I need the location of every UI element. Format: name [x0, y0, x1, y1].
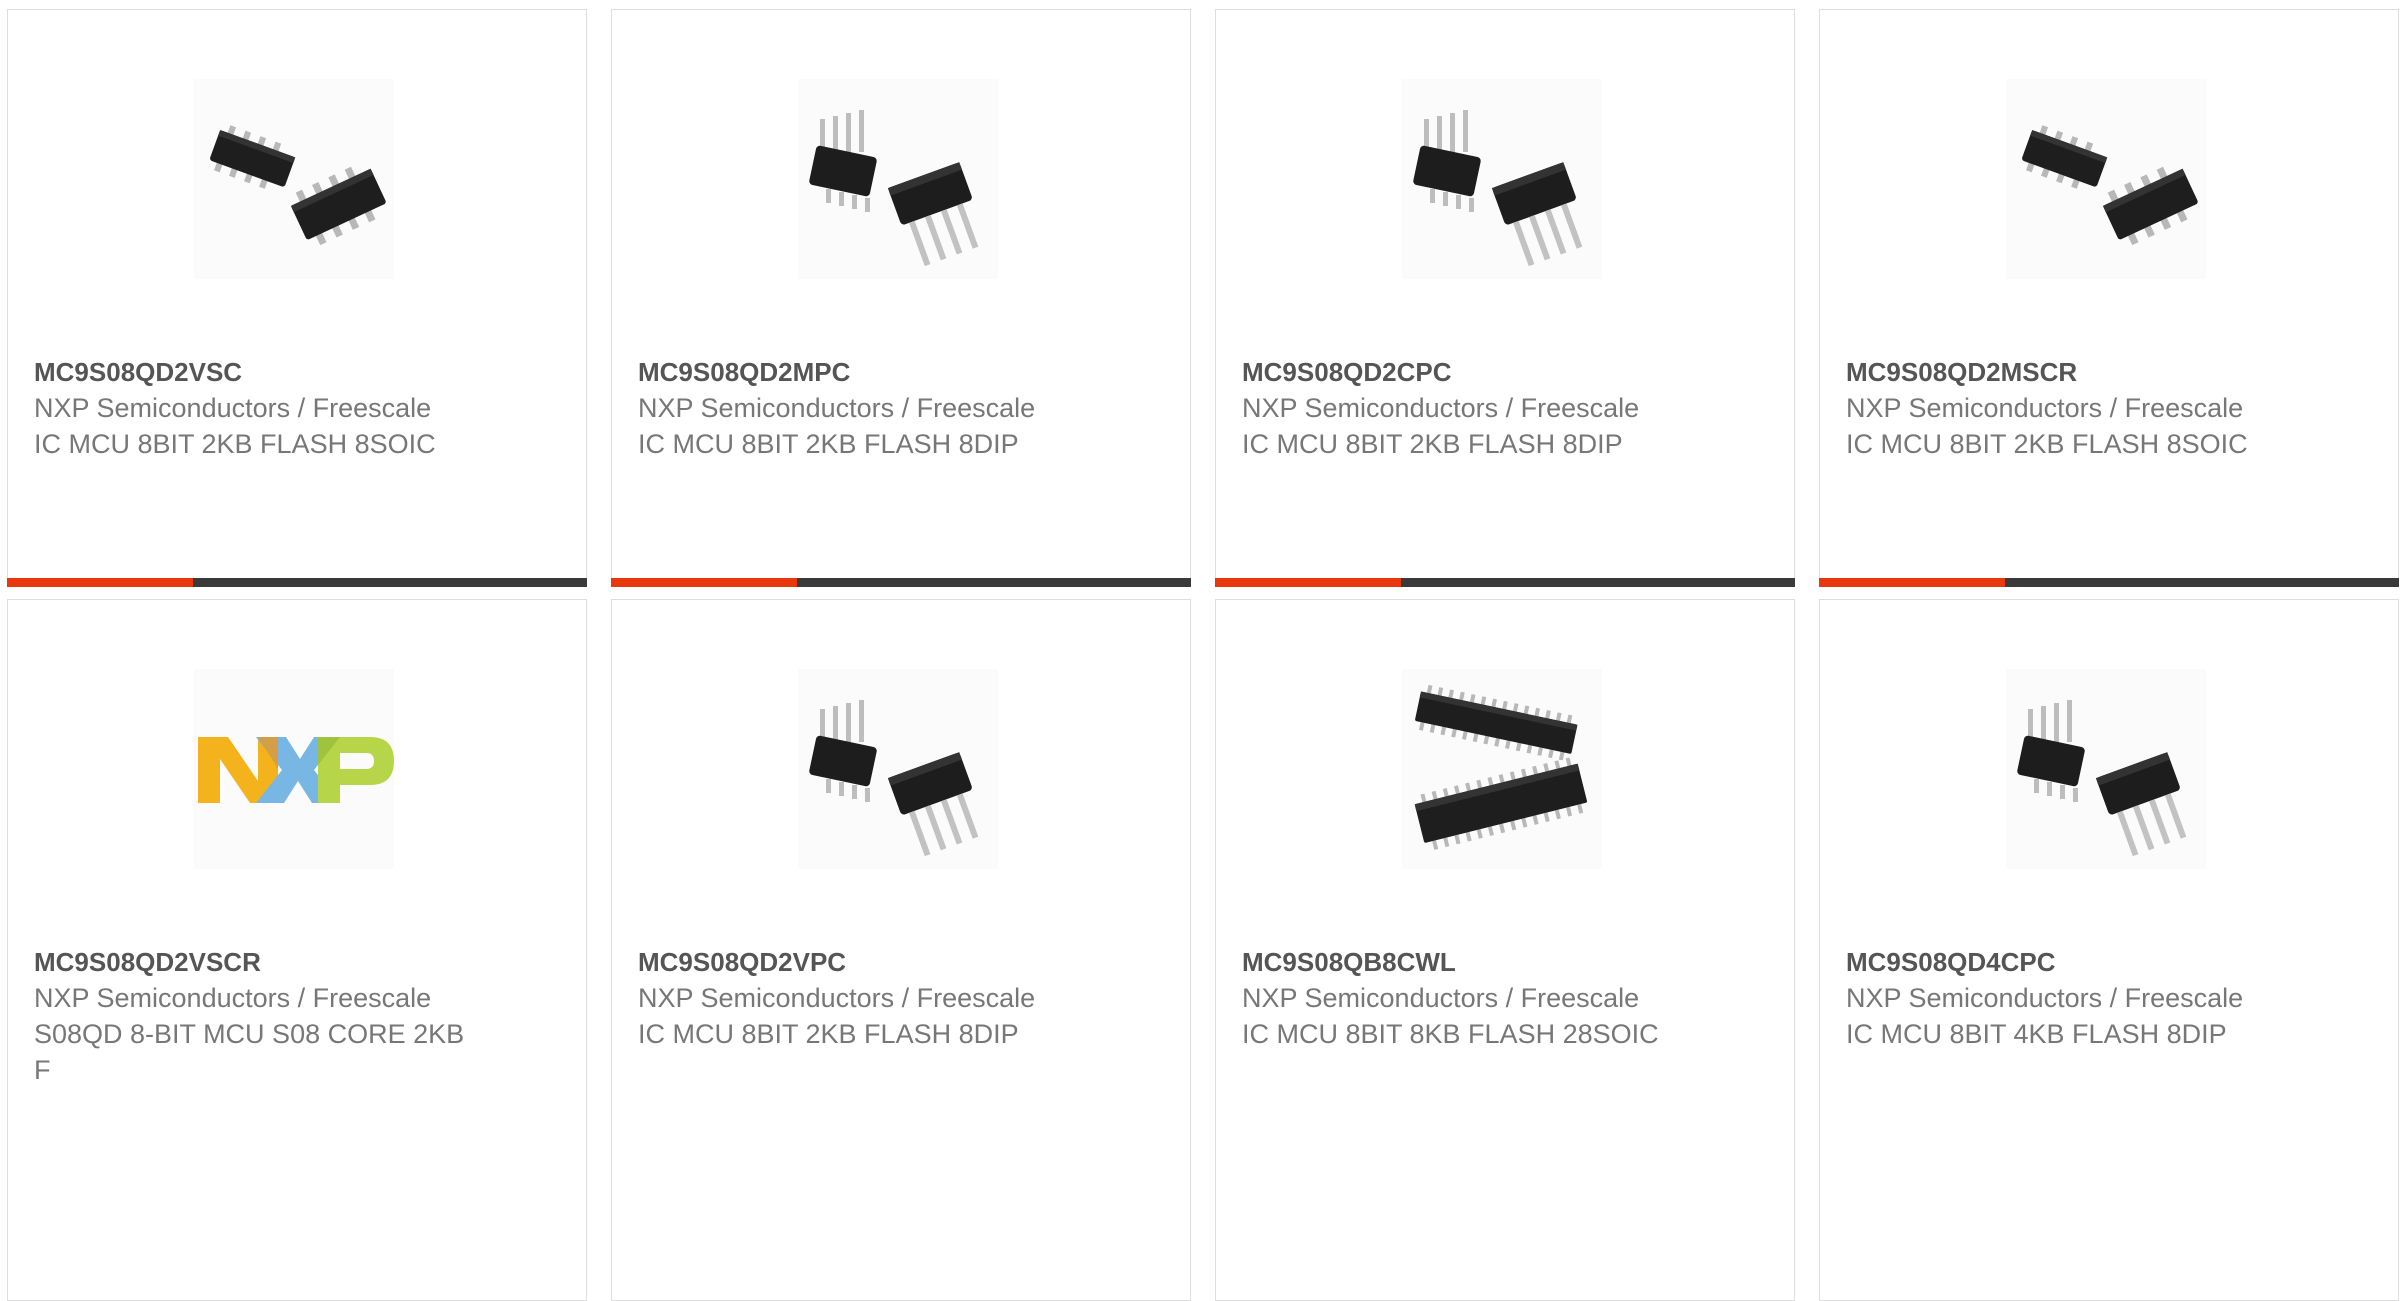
description: IC MCU 8BIT 2KB FLASH 8DIP [1242, 429, 1623, 459]
description: IC MCU 8BIT 2KB FLASH 8SOIC [1846, 429, 2248, 459]
progress-fill [7, 578, 193, 587]
dip-8-chip-icon [2006, 669, 2206, 869]
manufacturer: NXP Semiconductors / Freescale [638, 983, 1036, 1013]
manufacturer: NXP Semiconductors / Freescale [1242, 983, 1640, 1013]
part-number[interactable]: MC9S08QD2MPC [638, 354, 1108, 390]
description: IC MCU 8BIT 2KB FLASH 8DIP [638, 429, 1019, 459]
part-number[interactable]: MC9S08QD4CPC [1846, 944, 2316, 980]
description: IC MCU 8BIT 2KB FLASH 8DIP [638, 1019, 1019, 1049]
product-card[interactable]: MC9S08QD2MPC NXP Semiconductors / Freesc… [611, 9, 1191, 587]
part-number[interactable]: MC9S08QD2VPC [638, 944, 1108, 980]
part-number[interactable]: MC9S08QD2VSCR [34, 944, 504, 980]
nxp-logo [194, 669, 394, 869]
product-card[interactable]: MC9S08QD2VSCR NXP Semiconductors / Frees… [7, 599, 587, 1301]
dip-8-chip-icon [1402, 79, 1602, 279]
progress-bar [7, 578, 587, 587]
manufacturer: NXP Semiconductors / Freescale [34, 983, 432, 1013]
product-grid: MC9S08QD2VSC NXP Semiconductors / Freesc… [7, 9, 2400, 1301]
manufacturer: NXP Semiconductors / Freescale [1846, 393, 2244, 423]
product-card[interactable]: MC9S08QD4CPC NXP Semiconductors / Freesc… [1819, 599, 2399, 1301]
description: IC MCU 8BIT 2KB FLASH 8SOIC [34, 429, 436, 459]
product-card[interactable]: MC9S08QD2VPC NXP Semiconductors / Freesc… [611, 599, 1191, 1301]
part-number[interactable]: MC9S08QD2VSC [34, 354, 504, 390]
progress-fill [611, 578, 797, 587]
manufacturer: NXP Semiconductors / Freescale [638, 393, 1036, 423]
product-card[interactable]: MC9S08QB8CWL NXP Semiconductors / Freesc… [1215, 599, 1795, 1301]
progress-fill [1215, 578, 1401, 587]
part-number[interactable]: MC9S08QB8CWL [1242, 944, 1712, 980]
manufacturer: NXP Semiconductors / Freescale [1846, 983, 2244, 1013]
dip-8-chip-icon [798, 79, 998, 279]
part-number[interactable]: MC9S08QD2CPC [1242, 354, 1712, 390]
soic-8-chip-icon [2006, 79, 2206, 279]
manufacturer: NXP Semiconductors / Freescale [1242, 393, 1640, 423]
description: IC MCU 8BIT 4KB FLASH 8DIP [1846, 1019, 2227, 1049]
progress-bar [611, 578, 1191, 587]
dip-8-chip-icon [798, 669, 998, 869]
part-number[interactable]: MC9S08QD2MSCR [1846, 354, 2316, 390]
progress-fill [1819, 578, 2005, 587]
product-card[interactable]: MC9S08QD2MSCR NXP Semiconductors / Frees… [1819, 9, 2399, 587]
progress-bar [1215, 578, 1795, 587]
description: IC MCU 8BIT 8KB FLASH 28SOIC [1242, 1019, 1659, 1049]
description: S08QD 8-BIT MCU S08 CORE 2KB F [34, 1019, 465, 1085]
soic-28-chip-icon [1402, 669, 1602, 869]
manufacturer: NXP Semiconductors / Freescale [34, 393, 432, 423]
product-card[interactable]: MC9S08QD2VSC NXP Semiconductors / Freesc… [7, 9, 587, 587]
progress-bar [1819, 578, 2399, 587]
soic-8-chip-icon [194, 79, 394, 279]
product-card[interactable]: MC9S08QD2CPC NXP Semiconductors / Freesc… [1215, 9, 1795, 587]
